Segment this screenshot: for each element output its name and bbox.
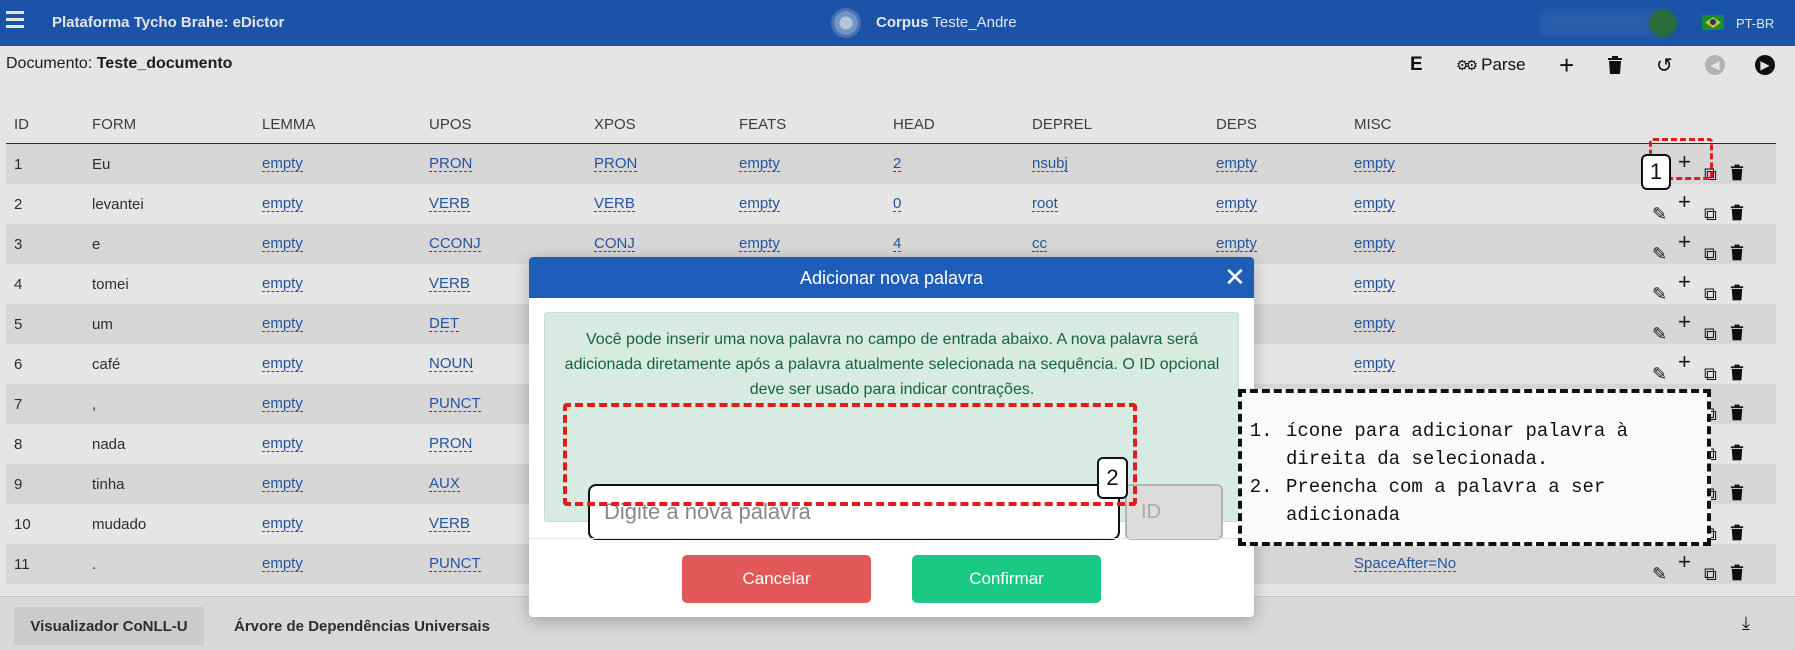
confirm-button[interactable]: Confirmar — [912, 555, 1101, 603]
annotation-badge-2: 2 — [1097, 457, 1128, 499]
modal-footer-divider — [529, 538, 1254, 539]
annotation-note-2: Preencha com a palavra a ser adicionada — [1284, 473, 1700, 529]
cancel-button[interactable]: Cancelar — [682, 555, 871, 603]
annotation-note-list: ícone para adicionar palavra à direita d… — [1260, 417, 1700, 529]
close-icon[interactable]: ✕ — [1224, 263, 1246, 291]
annotation-badge-1: 1 — [1641, 154, 1671, 190]
word-id-input[interactable] — [1125, 484, 1223, 540]
modal-header: Adicionar nova palavra ✕ — [529, 257, 1254, 298]
annotation-note-1: ícone para adicionar palavra à direita d… — [1284, 417, 1700, 473]
annotation-note-box: ícone para adicionar palavra à direita d… — [1238, 389, 1711, 546]
modal-info-text: Você pode inserir uma nova palavra no ca… — [564, 331, 1220, 398]
annotation-highlight-input — [563, 403, 1137, 506]
modal-title: Adicionar nova palavra — [799, 268, 984, 288]
